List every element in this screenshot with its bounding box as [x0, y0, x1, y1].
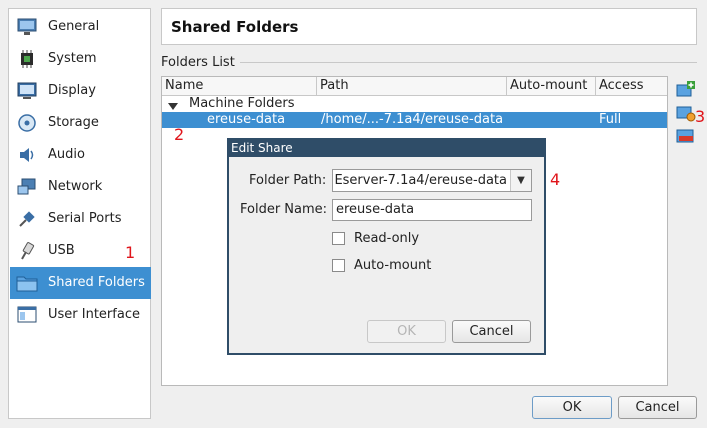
- readonly-checkbox-row[interactable]: Read-only: [332, 229, 419, 247]
- ok-button[interactable]: OK: [532, 396, 612, 419]
- folder-name-label: Folder Name:: [240, 202, 328, 217]
- share-access-cell: Full: [599, 112, 622, 127]
- remove-folder-button[interactable]: [676, 127, 696, 145]
- share-path-cell: /home/...-7.1a4/ereuse-data: [321, 112, 504, 127]
- sidebar-item-audio[interactable]: Audio: [10, 139, 151, 171]
- add-folder-button[interactable]: [676, 80, 696, 98]
- chip-icon: [16, 49, 38, 69]
- page-title: Shared Folders: [171, 18, 299, 36]
- cancel-button[interactable]: Cancel: [618, 396, 697, 419]
- sidebar-item-label: Display: [48, 83, 96, 98]
- annotation-4: 4: [550, 170, 561, 189]
- group-label: Machine Folders: [189, 96, 295, 111]
- automount-checkbox[interactable]: [332, 258, 345, 272]
- readonly-label: Read-only: [354, 230, 420, 246]
- dialog-title[interactable]: Edit Share: [229, 140, 544, 157]
- sidebar-item-label: User Interface: [48, 307, 140, 322]
- sidebar-item-network[interactable]: Network: [10, 171, 151, 203]
- usb-icon: [16, 241, 38, 261]
- automount-label: Auto-mount: [354, 257, 432, 273]
- sidebar-item-label: Network: [48, 179, 103, 194]
- sidebar-item-display[interactable]: Display: [10, 75, 151, 107]
- annotation-1: 1: [125, 243, 136, 262]
- network-icon: [16, 177, 38, 197]
- sidebar-item-system[interactable]: System: [10, 43, 151, 75]
- folders-list-legend: Folders List: [161, 55, 235, 70]
- folder-path-value: Eserver-7.1a4/ereuse-data: [334, 173, 507, 188]
- legend-divider: [240, 62, 697, 63]
- disk-icon: [16, 113, 38, 133]
- folder-path-combobox[interactable]: Eserver-7.1a4/ereuse-data ▼: [332, 169, 532, 192]
- monitor-icon: [16, 17, 38, 37]
- sidebar-item-label: Audio: [48, 147, 85, 162]
- column-header-path[interactable]: Path: [317, 77, 507, 96]
- folder-icon: [16, 273, 38, 293]
- dialog-cancel-button[interactable]: Cancel: [452, 320, 531, 343]
- sidebar-item-label: System: [48, 51, 97, 66]
- sidebar-item-label: USB: [48, 243, 75, 258]
- sidebar-item-general[interactable]: General: [10, 11, 151, 43]
- dialog-ok-button[interactable]: OK: [367, 320, 446, 343]
- column-header-auto-mount[interactable]: Auto-mount: [507, 77, 596, 96]
- table-row[interactable]: ereuse-data /home/...-7.1a4/ereuse-data …: [162, 112, 667, 128]
- edit-folder-icon: [676, 106, 696, 122]
- annotation-3: 3: [695, 107, 706, 126]
- column-header-name[interactable]: Name: [162, 77, 317, 96]
- serial-plug-icon: [16, 209, 38, 229]
- add-folder-icon: [676, 81, 695, 97]
- sidebar-item-label: General: [48, 19, 100, 34]
- annotation-2: 2: [174, 125, 185, 144]
- sidebar-item-label: Serial Ports: [48, 211, 122, 226]
- folder-name-field[interactable]: ereuse-data: [332, 199, 532, 221]
- sidebar-item-label: Storage: [48, 115, 99, 130]
- display-icon: [16, 81, 38, 101]
- edit-folder-button[interactable]: [676, 104, 696, 122]
- sidebar-item-label: Shared Folders: [48, 275, 145, 290]
- sidebar-item-serial-ports[interactable]: Serial Ports: [10, 203, 151, 235]
- page-header: Shared Folders: [161, 8, 697, 45]
- sidebar-item-shared-folders[interactable]: Shared Folders: [10, 267, 151, 299]
- share-name-cell: ereuse-data: [207, 112, 286, 127]
- remove-folder-icon: [676, 129, 694, 143]
- sidebar-item-user-interface[interactable]: User Interface: [10, 299, 151, 331]
- chevron-down-icon[interactable]: ▼: [510, 170, 531, 191]
- window-icon: [16, 305, 38, 325]
- automount-checkbox-row[interactable]: Auto-mount: [332, 256, 431, 274]
- speaker-icon: [16, 145, 38, 165]
- column-header-access[interactable]: Access: [596, 77, 667, 96]
- settings-sidebar: General System Display Storage Audio Net…: [8, 8, 151, 419]
- folder-path-label: Folder Path:: [249, 173, 327, 188]
- edit-share-dialog: Edit Share Folder Path: Eserver-7.1a4/er…: [227, 138, 546, 355]
- group-row-machine-folders[interactable]: Machine Folders: [162, 96, 667, 112]
- sidebar-item-storage[interactable]: Storage: [10, 107, 151, 139]
- readonly-checkbox[interactable]: [332, 231, 345, 245]
